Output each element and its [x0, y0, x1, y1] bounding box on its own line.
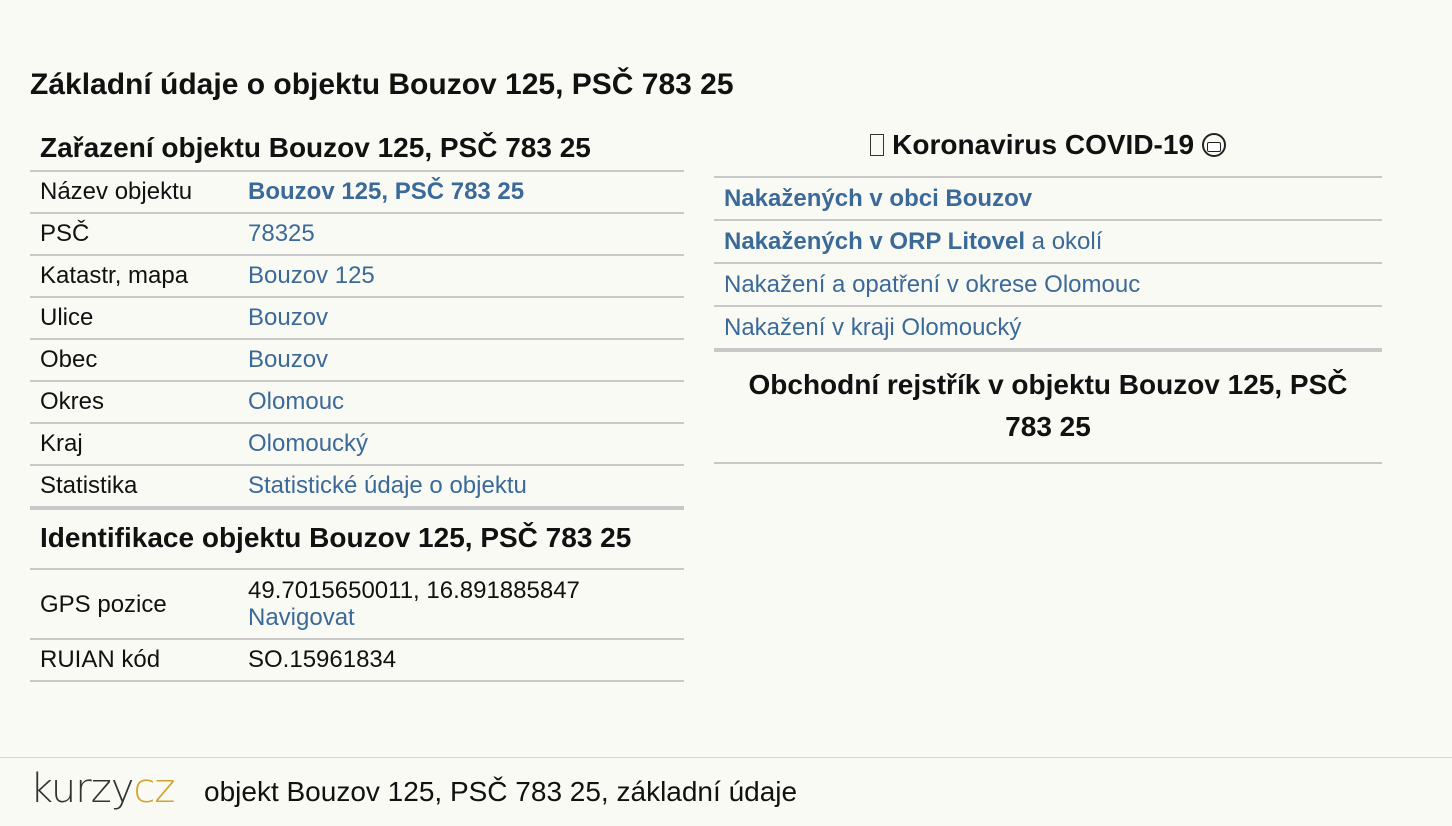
- logo-part2: cz: [133, 766, 175, 812]
- obec-link[interactable]: Bouzov: [248, 346, 328, 373]
- row-label: Ulice: [30, 296, 238, 339]
- object-name-link[interactable]: Bouzov 125, PSČ 783 25: [248, 178, 524, 205]
- virus-icon: [870, 134, 885, 156]
- obchodni-rejstrik-heading: Obchodní rejstřík v objektu Bouzov 125, …: [714, 350, 1382, 464]
- covid-orp-suffix-link[interactable]: a okolí: [1025, 228, 1103, 255]
- row-label: Obec: [30, 338, 238, 381]
- gps-label: GPS pozice: [30, 568, 238, 639]
- zarazeni-table: Název objektu Bouzov 125, PSČ 783 25 PSČ…: [30, 170, 684, 508]
- covid-links: Nakažených v obci Bouzov Nakažených v OR…: [714, 176, 1382, 350]
- covid-orp-link[interactable]: Nakažených v ORP Litovel: [724, 228, 1025, 255]
- list-item: Nakažených v obci Bouzov: [714, 176, 1382, 219]
- row-label: PSČ: [30, 212, 238, 255]
- footer-text: objekt Bouzov 125, PSČ 783 25, základní …: [204, 776, 798, 807]
- page-title: Základní údaje o objektu Bouzov 125, PSČ…: [30, 68, 734, 101]
- covid-okres-link[interactable]: Nakažení a opatření v okrese Olomouc: [724, 271, 1140, 298]
- list-item: Nakažení v kraji Olomoucký: [714, 305, 1382, 348]
- table-row: Ulice Bouzov: [30, 296, 684, 339]
- row-label: Statistika: [30, 464, 238, 508]
- covid-heading-text: Koronavirus COVID-19: [892, 129, 1195, 160]
- list-item: Nakažení a opatření v okrese Olomouc: [714, 262, 1382, 305]
- covid-obec-link[interactable]: Nakažených v obci Bouzov: [724, 185, 1032, 212]
- table-row: Katastr, mapa Bouzov 125: [30, 254, 684, 297]
- ulice-link[interactable]: Bouzov: [248, 304, 328, 331]
- row-label: Kraj: [30, 422, 238, 465]
- left-column: Zařazení objektu Bouzov 125, PSČ 783 25 …: [30, 120, 684, 682]
- ruian-label: RUIAN kód: [30, 638, 238, 682]
- table-row: Statistika Statistické údaje o objektu: [30, 464, 684, 508]
- table-row: Kraj Olomoucký: [30, 422, 684, 465]
- face-mask-icon: [1201, 133, 1226, 157]
- table-row: Okres Olomouc: [30, 380, 684, 423]
- covid-heading: Koronavirus COVID-19: [714, 120, 1382, 176]
- katastr-link[interactable]: Bouzov 125: [248, 262, 375, 289]
- ruian-value: SO.15961834: [238, 638, 684, 682]
- table-row: Obec Bouzov: [30, 338, 684, 381]
- right-column: Koronavirus COVID-19 Nakažených v obci B…: [714, 120, 1382, 464]
- zarazeni-heading: Zařazení objektu Bouzov 125, PSČ 783 25: [40, 132, 591, 163]
- row-label: Název objektu: [30, 170, 238, 213]
- logo-part1: kurzy: [30, 766, 134, 812]
- table-row: GPS pozice 49.7015650011, 16.891885847 N…: [30, 568, 684, 639]
- identifikace-table: GPS pozice 49.7015650011, 16.891885847 N…: [30, 568, 684, 682]
- statistika-link[interactable]: Statistické údaje o objektu: [248, 472, 527, 499]
- row-label: Katastr, mapa: [30, 254, 238, 297]
- table-row: Název objektu Bouzov 125, PSČ 783 25: [30, 170, 684, 213]
- identifikace-heading: Identifikace objektu Bouzov 125, PSČ 783…: [30, 508, 684, 568]
- kurzy-logo[interactable]: kurzycz: [30, 766, 175, 812]
- covid-kraj-link[interactable]: Nakažení v kraji Olomoucký: [724, 314, 1021, 341]
- table-row: PSČ 78325: [30, 212, 684, 255]
- navigate-link[interactable]: Navigovat: [248, 604, 355, 631]
- okres-link[interactable]: Olomouc: [248, 388, 344, 415]
- table-row: RUIAN kód SO.15961834: [30, 638, 684, 682]
- footer: kurzycz objekt Bouzov 125, PSČ 783 25, z…: [0, 757, 1452, 826]
- kraj-link[interactable]: Olomoucký: [248, 430, 368, 457]
- list-item: Nakažených v ORP Litovel a okolí: [714, 219, 1382, 262]
- psc-link[interactable]: 78325: [248, 220, 315, 247]
- gps-value: 49.7015650011, 16.891885847: [248, 577, 580, 604]
- row-label: Okres: [30, 380, 238, 423]
